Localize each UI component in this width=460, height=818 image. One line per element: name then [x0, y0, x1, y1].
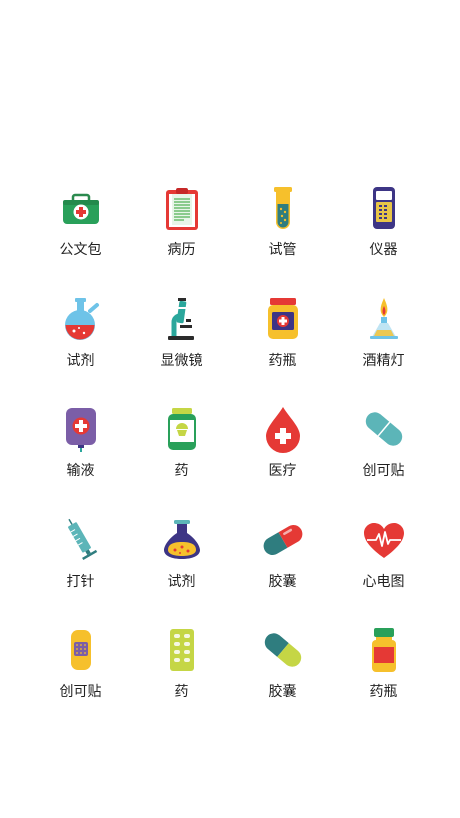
grid-item-iv-infusion[interactable]: 输液 [30, 397, 131, 508]
medicine-bottle-icon [371, 628, 396, 672]
grid-item-label: 创可贴 [59, 684, 102, 700]
first-aid-kit-icon [62, 193, 99, 224]
device-instrument-icon [372, 187, 395, 229]
grid-item-label: 胶囊 [268, 573, 297, 590]
grid-item-capsule-yellow[interactable]: 胶囊 [232, 618, 333, 729]
pill-bottle-icon [167, 408, 196, 450]
grid-item-medicine[interactable]: 药 [131, 397, 232, 508]
grid-item-medicine-jar[interactable]: 药瓶 [232, 287, 333, 398]
medical-record-clipboard-icon [165, 188, 198, 230]
grid-item-medical-record[interactable]: 病历 [131, 176, 232, 287]
alcohol-lamp-icon [369, 297, 398, 339]
blood-drop-cross-icon [265, 407, 300, 453]
test-tube-icon [273, 187, 292, 229]
iv-bag-icon [65, 408, 96, 452]
grid-item-test-tube[interactable]: 试管 [232, 176, 333, 287]
grid-item-injection[interactable]: 打针 [30, 508, 131, 619]
grid-item-reagent-flask[interactable]: 试剂 [30, 287, 131, 398]
grid-item-ecg[interactable]: 心电图 [333, 508, 434, 619]
grid-item-medicine-bottle[interactable]: 药瓶 [333, 618, 434, 729]
grid-item-reagent-conical[interactable]: 试剂 [131, 508, 232, 619]
grid-item-label: 输液 [66, 463, 95, 479]
microscope-icon [167, 297, 194, 340]
grid-item-first-aid-kit[interactable]: 公文包 [30, 176, 131, 287]
grid-item-label: 试剂 [167, 573, 196, 590]
grid-item-bandaid-2[interactable]: 创可贴 [30, 618, 131, 729]
capsule-red-icon [263, 524, 302, 555]
grid-item-alcohol-lamp[interactable]: 酒精灯 [333, 287, 434, 398]
grid-item-label: 病历 [167, 242, 196, 258]
grid-item-medical[interactable]: 医疗 [232, 397, 333, 508]
grid-item-label: 试剂 [66, 352, 95, 369]
grid-item-label: 公文包 [59, 242, 102, 258]
capsule-bandage-icon [365, 412, 402, 446]
grid-item-label: 酒精灯 [362, 352, 405, 369]
conical-flask-icon [163, 519, 200, 559]
grid-item-label: 创可贴 [362, 463, 405, 479]
grid-item-label: 医疗 [268, 463, 297, 479]
round-flask-icon [64, 297, 99, 340]
grid-item-label: 药瓶 [369, 684, 398, 700]
capsule-yellow-icon [264, 633, 301, 667]
grid-item-label: 药瓶 [268, 352, 297, 369]
grid-item-label: 药 [174, 684, 189, 700]
grid-item-label: 打针 [66, 573, 95, 590]
grid-item-label: 胶囊 [268, 684, 297, 700]
grid-item-label: 显微镜 [160, 352, 203, 369]
medicine-jar-icon [267, 297, 298, 339]
adhesive-bandage-icon [70, 630, 91, 670]
grid-item-label: 试管 [268, 242, 297, 258]
grid-item-capsule-red[interactable]: 胶囊 [232, 508, 333, 619]
pill-blister-pack-icon [169, 629, 194, 671]
heart-ecg-icon [363, 522, 404, 558]
syringe-icon [67, 518, 97, 560]
grid-item-label: 心电图 [362, 573, 405, 590]
icon-grid: 公文包 病历 试管 仪器 试剂 显微镜 药瓶 酒精灯 输液 药 医疗 创可贴 打… [30, 176, 434, 729]
grid-item-microscope[interactable]: 显微镜 [131, 287, 232, 398]
grid-item-bandaid[interactable]: 创可贴 [333, 397, 434, 508]
grid-item-instrument[interactable]: 仪器 [333, 176, 434, 287]
grid-item-label: 药 [174, 463, 189, 479]
grid-item-label: 仪器 [369, 242, 398, 258]
grid-item-medicine-2[interactable]: 药 [131, 618, 232, 729]
